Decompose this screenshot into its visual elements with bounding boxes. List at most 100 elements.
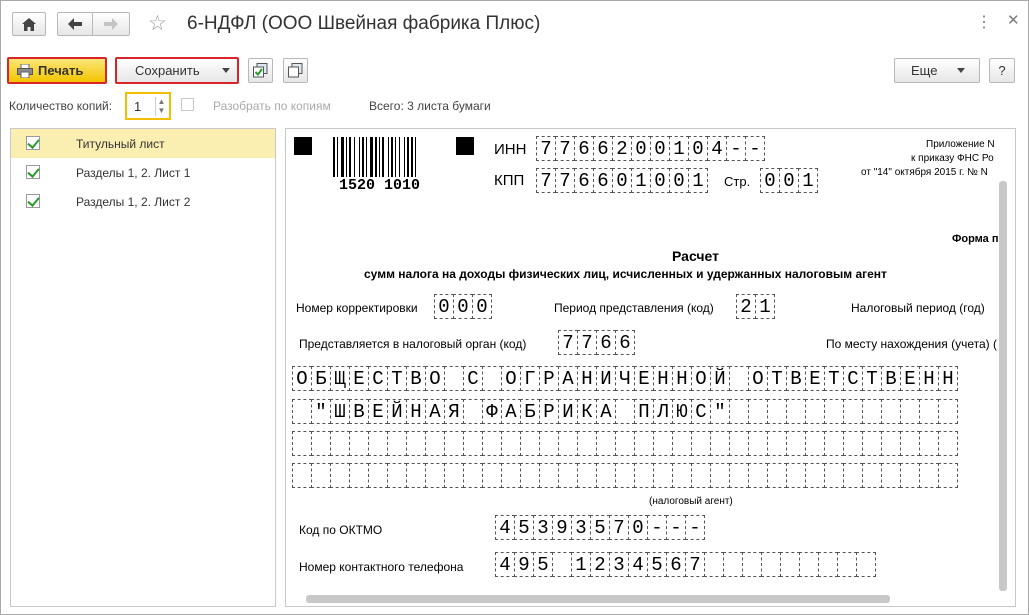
kpp-label: КПП — [494, 172, 525, 189]
form-cell-empty — [767, 463, 787, 488]
form-cell: 0 — [612, 168, 632, 193]
check-all-button[interactable] — [248, 58, 273, 83]
save-button[interactable]: Сохранить — [115, 57, 239, 84]
form-cell-empty — [577, 431, 597, 456]
tax-period-label: Налоговый период (год) — [851, 301, 985, 315]
spin-up-icon[interactable]: ▲ — [158, 97, 166, 106]
form-cell-empty — [406, 463, 426, 488]
more-button[interactable]: Еще — [894, 58, 980, 83]
vertical-scrollbar[interactable] — [999, 181, 1007, 591]
location-label: По месту нахождения (учета) ( — [826, 337, 997, 351]
copies-label: Количество копий: — [9, 99, 113, 113]
horizontal-scrollbar[interactable] — [306, 595, 890, 603]
form-cell: Т — [387, 366, 407, 391]
form-cell: Н — [577, 366, 597, 391]
form-cell: - — [666, 515, 686, 540]
form-cell: 6 — [593, 168, 613, 193]
form-cell-empty — [558, 463, 578, 488]
form-cell: 4 — [628, 552, 648, 577]
page-label: Стр. — [724, 174, 751, 189]
form-cell: 2 — [736, 294, 756, 319]
back-button[interactable] — [57, 12, 93, 36]
form-cell — [704, 552, 724, 577]
form-cell-empty — [368, 431, 388, 456]
form-cell: 2 — [590, 552, 610, 577]
sheet-checkbox[interactable] — [26, 194, 40, 208]
home-button[interactable] — [12, 12, 46, 36]
form-cell: " — [311, 399, 331, 424]
form-cell: 7 — [609, 515, 629, 540]
printer-icon — [17, 63, 33, 78]
form-cell: О — [425, 366, 445, 391]
form-cell: 2 — [612, 136, 632, 161]
form-cell: Й — [387, 399, 407, 424]
print-button[interactable]: Печать — [7, 57, 107, 84]
form-cell — [856, 552, 876, 577]
form-cell — [786, 399, 806, 424]
sheet-item[interactable]: Разделы 1, 2. Лист 1 — [11, 158, 275, 187]
form-cell-empty — [444, 431, 464, 456]
form-cell-empty — [843, 463, 863, 488]
form-cell: 9 — [552, 515, 572, 540]
form-cell-empty — [292, 431, 312, 456]
uncheck-all-button[interactable] — [283, 58, 308, 83]
form-cell-empty — [748, 431, 768, 456]
collate-checkbox[interactable] — [181, 98, 194, 111]
agent-name-row-1: ОБЩЕСТВО С ОГРАНИЧЕННОЙ ОТВЕТСТВЕНН — [292, 366, 958, 391]
copies-input[interactable]: 1 ▲ ▼ — [125, 92, 171, 120]
form-cell: А — [596, 399, 616, 424]
corner-marker — [456, 137, 474, 155]
form-cell-empty — [330, 431, 350, 456]
form-cell-empty — [824, 463, 844, 488]
form-cell: 1 — [798, 168, 818, 193]
form-cell — [938, 399, 958, 424]
oktmo-cells: 45393570--- — [495, 515, 705, 540]
form-cell: Е — [349, 366, 369, 391]
form-cell-empty — [425, 431, 445, 456]
form-cell-empty — [729, 463, 749, 488]
document-page: 1520 1010 ИНН 7766200104-- КПП 776601001… — [286, 129, 1015, 606]
form-cell: Б — [311, 366, 331, 391]
form-cell-empty — [615, 431, 635, 456]
form-cell: Н — [406, 399, 426, 424]
form-cell-empty — [900, 431, 920, 456]
sheet-list: Титульный лист Разделы 1, 2. Лист 1 Разд… — [10, 128, 276, 607]
form-cell — [881, 399, 901, 424]
pages-icon — [288, 63, 303, 78]
sheet-item[interactable]: Титульный лист — [11, 129, 275, 158]
form-cell-empty — [691, 431, 711, 456]
sheet-label: Разделы 1, 2. Лист 1 — [76, 166, 191, 180]
sheet-checkbox[interactable] — [26, 136, 40, 150]
form-cell-empty — [672, 463, 692, 488]
form-cell — [463, 399, 483, 424]
form-cell-empty — [919, 463, 939, 488]
form-cell: О — [691, 366, 711, 391]
form-cell: 6 — [574, 168, 594, 193]
form-cell: С — [463, 366, 483, 391]
form-cell: 6 — [666, 552, 686, 577]
sheet-checkbox[interactable] — [26, 165, 40, 179]
more-icon[interactable]: ⋮ — [976, 12, 992, 32]
form-cell-empty — [862, 463, 882, 488]
forward-button[interactable] — [92, 12, 130, 36]
form-cell-empty — [805, 431, 825, 456]
form-cell: 3 — [571, 515, 591, 540]
spin-down-icon[interactable]: ▼ — [158, 106, 166, 115]
help-button[interactable]: ? — [989, 58, 1015, 83]
agent-name-row-4 — [292, 463, 958, 488]
correction-label: Номер корректировки — [296, 301, 418, 315]
form-cell: Й — [710, 366, 730, 391]
form-cell: - — [726, 136, 746, 161]
window-title: 6-НДФЛ (ООО Швейная фабрика Плюс) — [187, 13, 541, 34]
form-cell: Н — [919, 366, 939, 391]
close-icon[interactable]: ✕ — [1007, 11, 1020, 29]
chevron-down-icon — [957, 68, 966, 73]
star-icon[interactable]: ☆ — [148, 11, 167, 36]
form-cell-empty — [387, 431, 407, 456]
form-cell: 0 — [760, 168, 780, 193]
copies-stepper[interactable]: ▲ ▼ — [155, 97, 167, 116]
sheet-item[interactable]: Разделы 1, 2. Лист 2 — [11, 187, 275, 216]
document-preview[interactable]: 1520 1010 ИНН 7766200104-- КПП 776601001… — [285, 128, 1016, 607]
form-cell-empty — [425, 463, 445, 488]
form-cell: Е — [805, 366, 825, 391]
